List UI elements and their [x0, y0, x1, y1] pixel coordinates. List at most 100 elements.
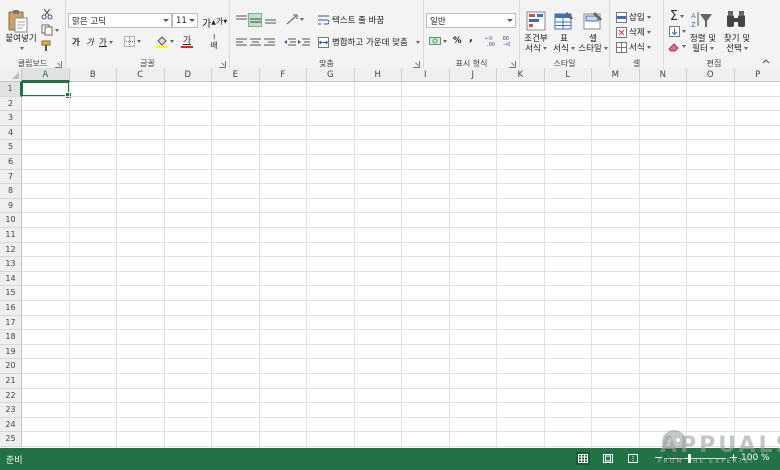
number-format-select[interactable]: 일반: [426, 13, 516, 28]
column-header-b[interactable]: B: [69, 68, 117, 82]
middle-align-icon[interactable]: [248, 13, 262, 27]
format-button[interactable]: 서식: [616, 41, 651, 53]
collapse-ribbon-icon[interactable]: [762, 58, 770, 64]
row-header-22[interactable]: 22: [0, 388, 22, 404]
font-launcher-icon[interactable]: [219, 61, 226, 68]
row-header-13[interactable]: 13: [0, 257, 22, 272]
italic-button[interactable]: 가: [86, 36, 94, 48]
column-header-h[interactable]: H: [354, 68, 402, 82]
column-header-o[interactable]: O: [687, 68, 735, 82]
worksheet-grid[interactable]: ABCDEFGHIJKLMNOP 1 2 3 4 5 6 7 8 9 10 11 12 13 14 15 16…: [0, 68, 780, 448]
table-format-button[interactable]: 표 서식: [550, 34, 578, 54]
align-center-icon[interactable]: [248, 36, 262, 48]
row-header-25[interactable]: 25: [0, 432, 22, 447]
column-header-p[interactable]: P: [734, 68, 780, 82]
cell-styles-icon[interactable]: [582, 10, 604, 32]
row-header-24[interactable]: 24: [0, 417, 22, 433]
find-select-icon[interactable]: [724, 9, 748, 31]
fill-icon[interactable]: [667, 25, 687, 38]
cells-area[interactable]: [21, 81, 780, 448]
column-header-i[interactable]: I: [402, 68, 450, 82]
column-header-g[interactable]: G: [307, 68, 355, 82]
increase-indent-icon[interactable]: [297, 36, 311, 48]
column-header-d[interactable]: D: [164, 68, 212, 82]
column-header-j[interactable]: J: [449, 68, 497, 82]
row-header-19[interactable]: 19: [0, 344, 22, 360]
column-header-k[interactable]: K: [497, 68, 545, 82]
conditional-format-icon[interactable]: [525, 10, 547, 32]
row-header-6[interactable]: 6: [0, 155, 22, 170]
row-header-16[interactable]: 16: [0, 301, 22, 316]
sort-filter-button[interactable]: 정렬 및 필터: [686, 34, 720, 54]
active-cell[interactable]: [21, 81, 71, 99]
row-header-15[interactable]: 15: [0, 286, 22, 301]
number-launcher-icon[interactable]: [509, 61, 516, 68]
row-header-8[interactable]: 8: [0, 184, 22, 199]
column-header-l[interactable]: L: [544, 68, 592, 82]
clear-icon[interactable]: [667, 40, 687, 53]
row-header-1[interactable]: 1: [0, 82, 22, 97]
font-size-select[interactable]: 11: [172, 13, 198, 28]
orientation-icon[interactable]: [284, 13, 306, 26]
row-header-3[interactable]: 3: [0, 111, 22, 126]
column-header-f[interactable]: F: [259, 68, 307, 82]
delete-button[interactable]: 삭제: [616, 26, 651, 38]
paste-icon[interactable]: [6, 8, 30, 34]
insert-button[interactable]: 삽입: [616, 11, 651, 23]
underline-button[interactable]: 가: [99, 36, 113, 48]
row-header-12[interactable]: 12: [0, 242, 22, 258]
phonetic-button[interactable]: ㅕ 배: [204, 34, 224, 50]
row-header-20[interactable]: 20: [0, 359, 22, 374]
shrink-font-button[interactable]: 가 ▼: [216, 16, 227, 27]
alignment-launcher-icon[interactable]: [413, 61, 420, 68]
align-right-icon[interactable]: [262, 36, 276, 48]
autosum-icon[interactable]: Σ: [667, 9, 687, 24]
format-painter-icon[interactable]: [40, 40, 54, 52]
row-header-9[interactable]: 9: [0, 198, 22, 214]
bottom-align-icon[interactable]: [263, 13, 277, 26]
column-header-a[interactable]: A: [22, 68, 70, 82]
top-align-icon[interactable]: [234, 13, 248, 26]
row-header-17[interactable]: 17: [0, 315, 22, 331]
column-header-c[interactable]: C: [117, 68, 165, 82]
row-header-5[interactable]: 5: [0, 140, 22, 155]
font-name-select[interactable]: 맑은 고딕: [68, 13, 172, 28]
conditional-format-button[interactable]: 조건부 서식: [520, 34, 552, 54]
row-header-11[interactable]: 11: [0, 228, 22, 243]
sort-filter-icon[interactable]: AZ: [690, 9, 714, 31]
cell-styles-button[interactable]: 셀 스타일: [577, 34, 609, 54]
bold-button[interactable]: 가: [72, 36, 80, 48]
row-header-21[interactable]: 21: [0, 374, 22, 389]
font-color-button[interactable]: 가: [176, 34, 198, 49]
column-header-m[interactable]: M: [592, 68, 640, 82]
normal-view-icon[interactable]: [576, 452, 590, 465]
grow-font-button[interactable]: 가 ▲: [202, 15, 216, 30]
align-left-icon[interactable]: [234, 36, 248, 48]
page-layout-view-icon[interactable]: [601, 452, 615, 465]
comma-button[interactable]: ,: [469, 33, 473, 44]
cut-icon[interactable]: [40, 8, 54, 20]
wrap-text-button[interactable]: 텍스트 줄 바꿈: [318, 14, 384, 26]
column-header-e[interactable]: E: [212, 68, 260, 82]
row-header-7[interactable]: 7: [0, 169, 22, 185]
border-icon[interactable]: [122, 35, 142, 48]
fill-color-icon[interactable]: [154, 34, 176, 49]
accounting-format-icon[interactable]: [428, 35, 448, 48]
row-header-10[interactable]: 10: [0, 213, 22, 228]
decrease-indent-icon[interactable]: [283, 36, 297, 48]
row-header-14[interactable]: 14: [0, 271, 22, 287]
clipboard-launcher-icon[interactable]: [55, 61, 62, 68]
copy-icon[interactable]: [40, 24, 60, 36]
row-header-2[interactable]: 2: [0, 96, 22, 112]
table-format-icon[interactable]: [553, 10, 575, 32]
select-all-corner[interactable]: [0, 68, 22, 82]
paste-button[interactable]: 붙여넣기: [2, 34, 40, 54]
row-header-4[interactable]: 4: [0, 125, 22, 141]
find-select-button[interactable]: 찾기 및 선택: [719, 34, 755, 54]
row-header-18[interactable]: 18: [0, 330, 22, 345]
increase-decimal-icon[interactable]: ←0.00: [484, 34, 498, 48]
column-header-n[interactable]: N: [639, 68, 687, 82]
percent-button[interactable]: %: [453, 36, 462, 46]
merge-center-button[interactable]: 병합하고 가운데 맞춤: [318, 36, 420, 48]
row-header-23[interactable]: 23: [0, 403, 22, 418]
